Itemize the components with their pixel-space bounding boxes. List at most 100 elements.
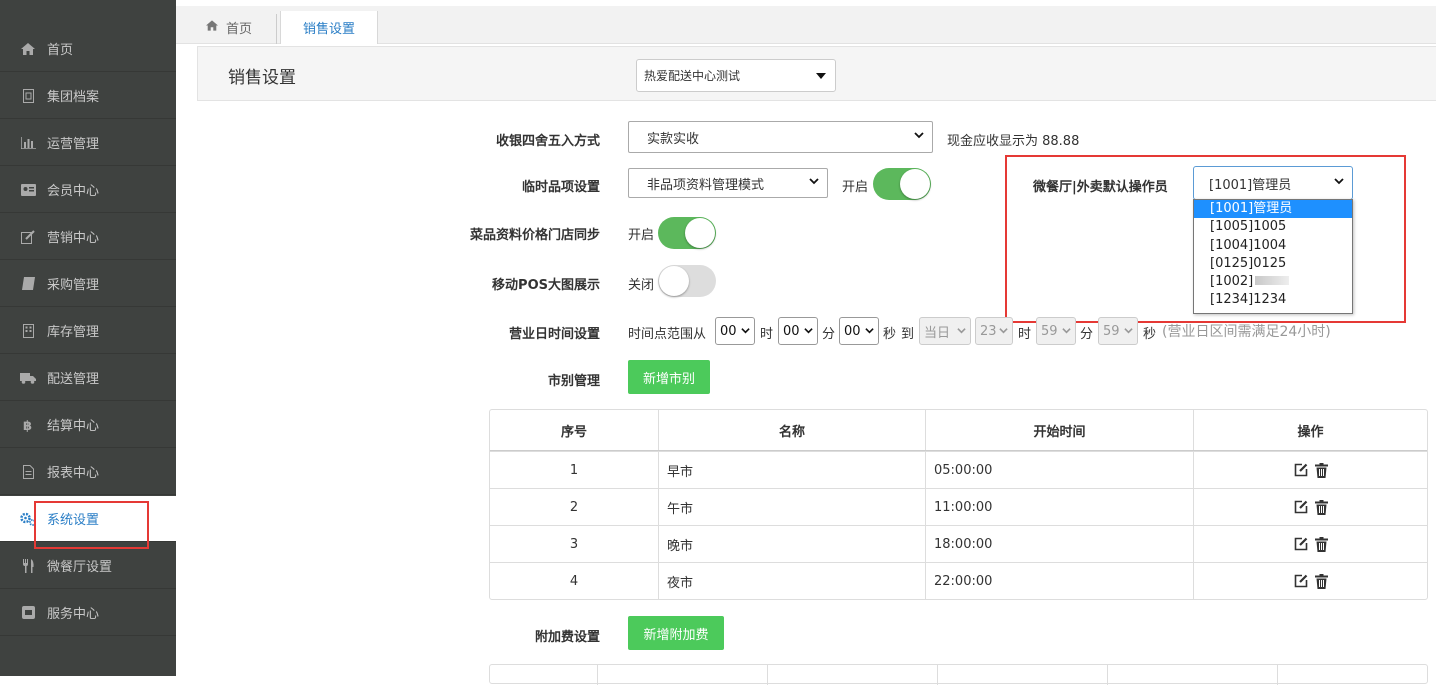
row-start-time: 11:00:00 [925, 489, 1193, 525]
pos-image-switch[interactable] [658, 265, 716, 297]
sidebar-item-label: 结算中心 [47, 419, 100, 434]
row-name: 午市 [658, 489, 925, 525]
tab-home[interactable]: 首页 [206, 11, 252, 44]
switch-knob [659, 266, 689, 296]
temp-item-switch-label: 开启 [842, 180, 869, 195]
row-start-time: 05:00:00 [925, 452, 1193, 488]
row-actions [1193, 526, 1427, 562]
sidebar-item-label: 首页 [47, 43, 74, 58]
business-time-label: 营业日时间设置 [508, 327, 600, 342]
minute-unit: 分 [1080, 327, 1094, 342]
table-row: 2 午市 11:00:00 [490, 488, 1427, 525]
end-second-select[interactable]: 59 [1098, 317, 1138, 345]
end-day-select[interactable]: 当日 [919, 317, 971, 345]
row-actions [1193, 489, 1427, 525]
trash-icon[interactable] [1314, 536, 1328, 552]
tab-bar: 首页 销售设置 [176, 6, 1436, 44]
chevron-down-icon [1062, 328, 1071, 334]
edit-icon[interactable] [1294, 500, 1308, 514]
file-icon [20, 88, 36, 103]
end-minute-select[interactable]: 59 [1036, 317, 1076, 345]
trash-icon[interactable] [1314, 499, 1328, 515]
market-label: 市别管理 [547, 374, 600, 389]
tab-divider [276, 14, 277, 44]
store-select-value: 热爱配送中心测试 [644, 69, 741, 83]
price-sync-switch[interactable] [658, 217, 716, 249]
trash-icon[interactable] [1314, 462, 1328, 478]
chevron-down-icon [999, 328, 1008, 334]
chevron-down-icon [865, 328, 874, 334]
table-row: 4 夜市 22:00:00 [490, 562, 1427, 599]
tab-sales-settings[interactable]: 销售设置 [280, 11, 378, 44]
table-row: 1 早市 05:00:00 [490, 451, 1427, 488]
start-hour-select[interactable]: 00 [715, 317, 755, 345]
market-table: 序号 名称 开始时间 操作 1 早市 05:00:00 2 午市 11:00:0… [489, 409, 1428, 600]
temp-item-label: 临时品项设置 [521, 180, 600, 195]
pos-image-switch-label: 关闭 [628, 278, 655, 293]
second-unit: 秒 [883, 327, 897, 342]
sidebar-item-reports[interactable]: 报表中心 [0, 449, 176, 495]
rounding-select[interactable]: 实款实收 [628, 121, 933, 153]
rounding-note: 现金应收显示为 88.88 [947, 134, 1080, 149]
row-number: 2 [569, 499, 579, 515]
chevron-down-icon [1124, 328, 1133, 334]
page-header: 销售设置 热爱配送中心测试 [197, 46, 1436, 101]
row-name: 晚市 [658, 526, 925, 562]
edit-icon[interactable] [1294, 463, 1308, 477]
edit-icon[interactable] [1294, 574, 1308, 588]
hour-unit: 时 [760, 327, 774, 342]
second-unit: 秒 [1143, 327, 1157, 342]
row-number: 1 [569, 462, 579, 478]
row-number: 4 [569, 573, 579, 589]
rounding-select-value: 实款实收 [647, 131, 700, 147]
home-icon [20, 42, 36, 56]
temp-item-switch[interactable] [873, 168, 931, 200]
square-icon [20, 606, 36, 620]
sidebar-item-settlement[interactable]: ฿ 结算中心 [0, 402, 176, 448]
row-actions [1193, 563, 1427, 599]
time-range-label: 时间点范围从 [628, 327, 707, 342]
temp-item-select-value: 非品项资料管理模式 [647, 177, 765, 193]
hour-unit: 时 [1018, 327, 1032, 342]
sidebar-item-home[interactable]: 首页 [0, 26, 176, 72]
trash-icon[interactable] [1314, 573, 1328, 589]
chevron-down-icon [804, 328, 813, 334]
edit-icon[interactable] [1294, 537, 1308, 551]
add-market-button[interactable]: 新增市别 [628, 360, 710, 394]
sidebar-item-label: 服务中心 [47, 607, 100, 622]
tab-sales-settings-label: 销售设置 [302, 22, 355, 37]
table-row: 3 晚市 18:00:00 [490, 525, 1427, 562]
add-surcharge-button[interactable]: 新增附加费 [628, 616, 724, 650]
tab-home-label: 首页 [226, 22, 253, 37]
table-divider [767, 665, 768, 685]
chevron-down-icon [809, 178, 819, 185]
price-sync-switch-label: 开启 [628, 228, 655, 243]
store-select[interactable]: 热爱配送中心测试 [636, 59, 836, 92]
chevron-down-icon [957, 328, 966, 334]
row-number: 3 [569, 536, 579, 552]
row-name: 早市 [658, 452, 925, 488]
surcharge-label: 附加费设置 [534, 630, 600, 645]
switch-knob [900, 169, 930, 199]
pos-image-label: 移动POS大图展示 [492, 278, 600, 293]
table-header-cell: 开始时间 [925, 410, 1193, 450]
minute-unit: 分 [822, 327, 836, 342]
svg-text:฿: ฿ [23, 419, 32, 432]
highlight-box-system-settings [34, 501, 149, 549]
end-hour-select[interactable]: 23 [975, 317, 1013, 345]
switch-knob [685, 218, 715, 248]
table-divider [597, 665, 598, 685]
table-divider [1277, 665, 1278, 685]
table-header-cell: 序号 [560, 424, 587, 440]
bitcoin-icon: ฿ [20, 418, 36, 432]
table-divider [1107, 665, 1108, 685]
start-minute-select[interactable]: 00 [778, 317, 818, 345]
row-actions [1193, 452, 1427, 488]
sidebar-item-label: 集团档案 [47, 90, 100, 105]
sidebar-item-group-archive[interactable]: 集团档案 [0, 73, 176, 119]
start-second-select[interactable]: 00 [839, 317, 879, 345]
sidebar-item-micro-restaurant[interactable]: 微餐厅设置 [0, 543, 176, 589]
temp-item-select[interactable]: 非品项资料管理模式 [628, 168, 828, 198]
document-icon [20, 464, 36, 479]
table-header-cell: 名称 [658, 410, 925, 450]
